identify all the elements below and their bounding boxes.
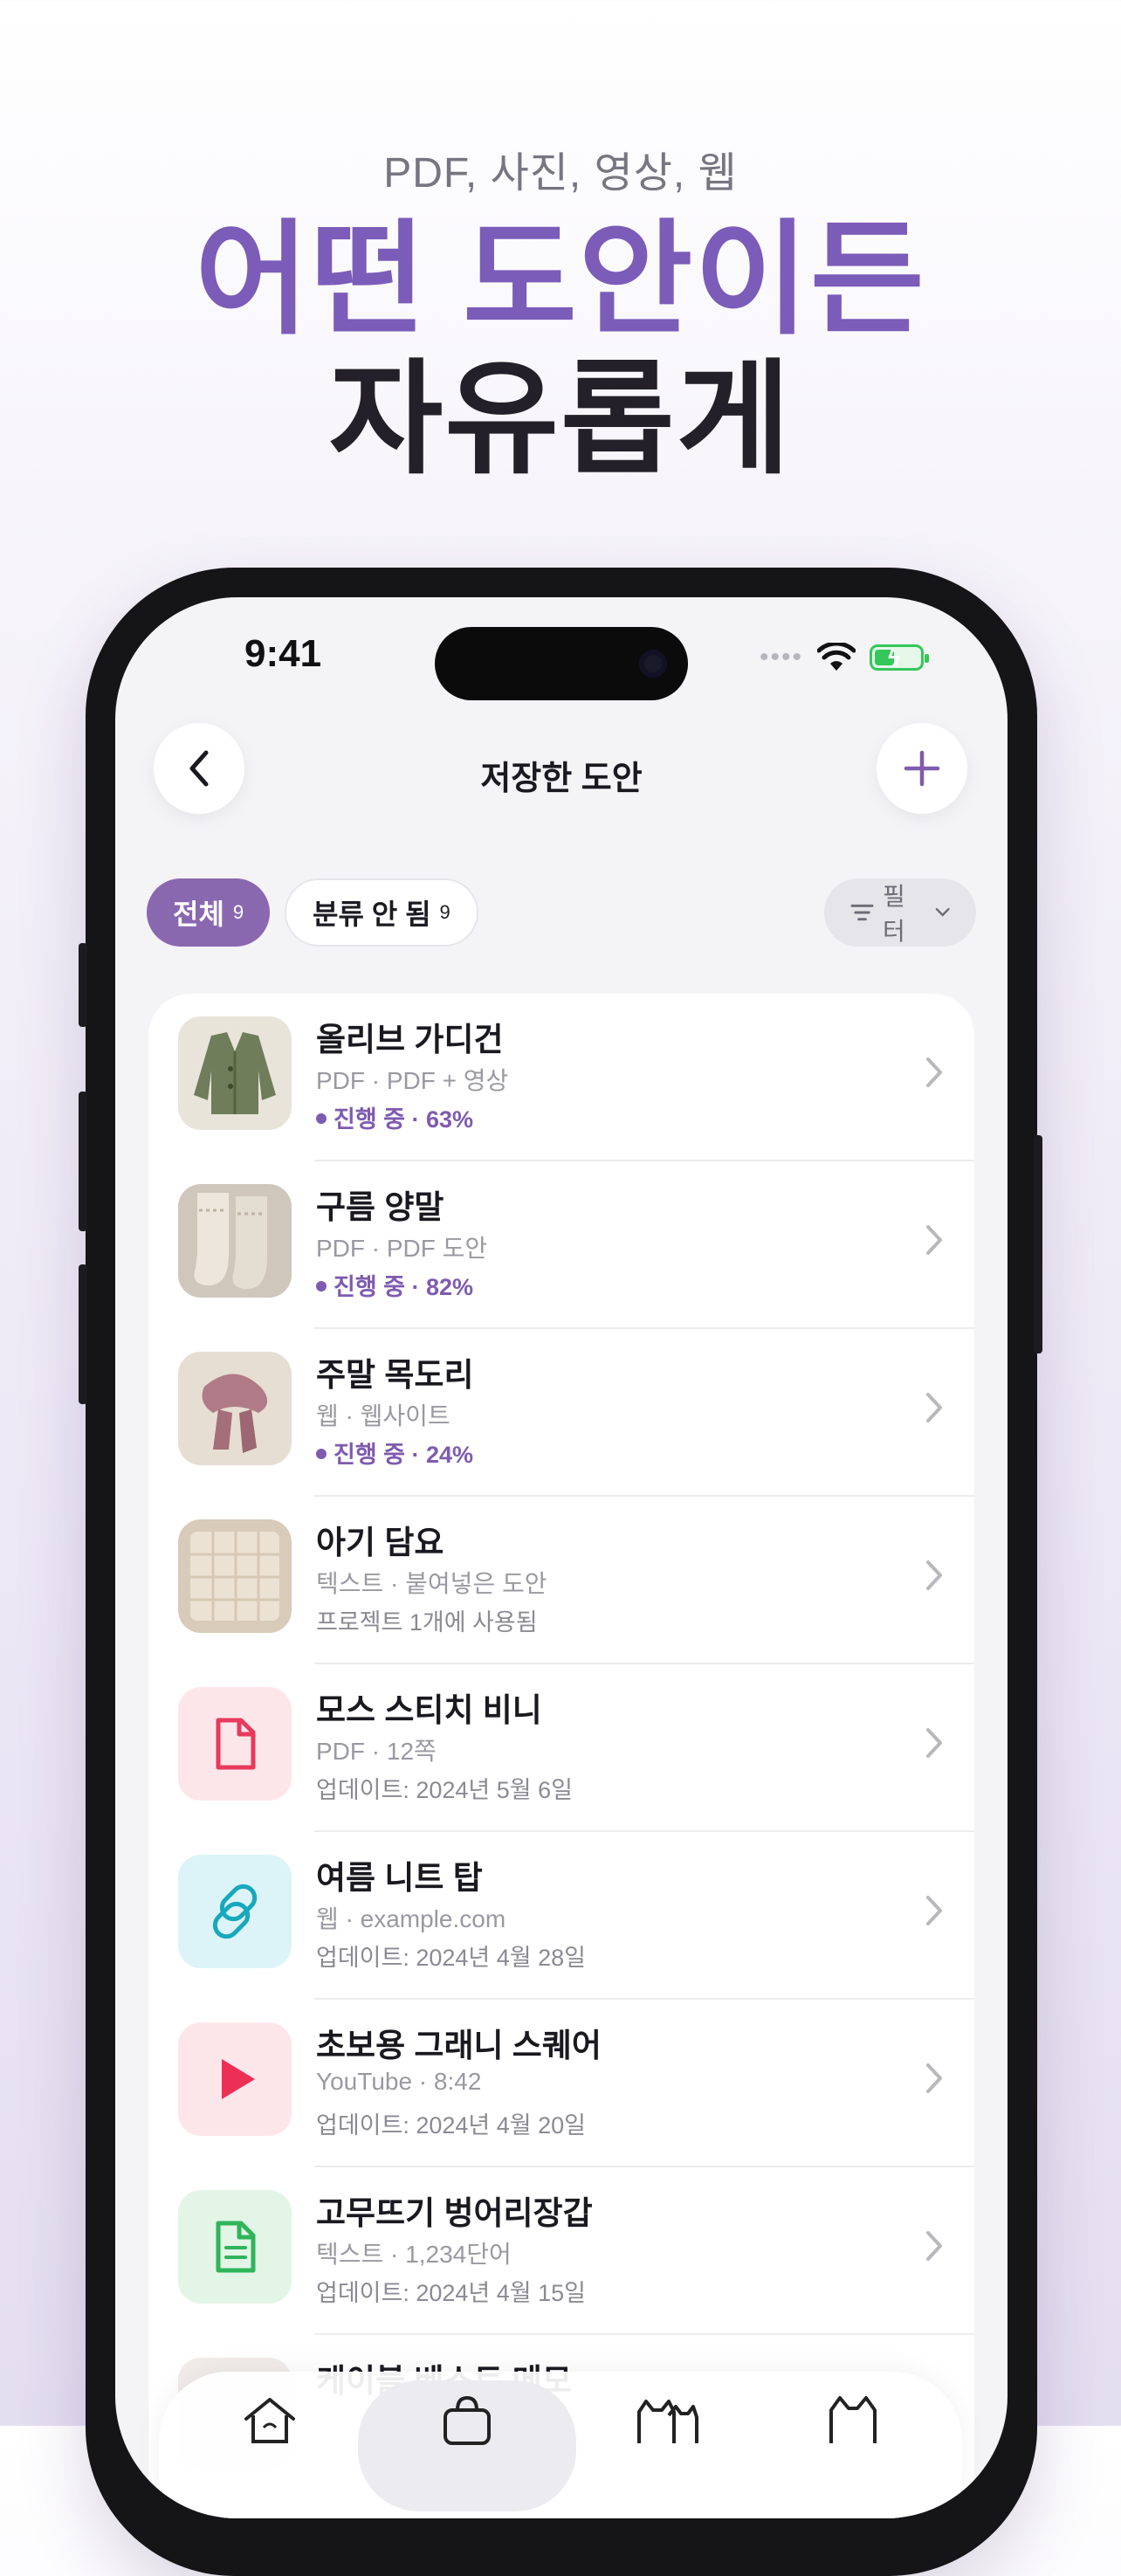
chip-label: 분류 안 됨 <box>313 899 431 930</box>
filter-chip-all[interactable]: 전체 9 <box>147 878 271 947</box>
home-icon[interactable] <box>239 2393 300 2445</box>
web-link-thumbnail <box>178 1855 292 1968</box>
pdf-file-thumbnail <box>178 1687 292 1801</box>
pattern-subtitle: PDF · PDF 도안 <box>316 1235 488 1262</box>
chip-label: 전체 <box>173 899 224 930</box>
pattern-row[interactable]: 올리브 가디건 PDF · PDF + 영상 진행 중 · 63% <box>148 994 974 1161</box>
status-dot-icon <box>316 1448 327 1459</box>
pattern-title: 여름 니트 탑 <box>316 1860 483 1896</box>
pattern-row[interactable]: 모스 스티치 비니 PDF · 12쪽 업데이트: 2024년 5월 6일 <box>148 1664 974 1832</box>
wifi-icon <box>817 643 856 671</box>
chevron-right-icon <box>926 2231 942 2261</box>
weekend-scarf-thumbnail <box>178 1352 292 1465</box>
chip-count: 9 <box>232 901 244 923</box>
camera-icon <box>639 650 667 678</box>
pdf-file-icon <box>216 1718 256 1770</box>
pattern-row[interactable]: 구름 양말 PDF · PDF 도안 진행 중 · 82% <box>148 1161 974 1329</box>
chevron-right-icon <box>926 1057 942 1087</box>
pattern-meta: 프로젝트 1개에 사용됨 <box>316 1609 538 1636</box>
play-icon <box>222 2059 255 2099</box>
text-file-thumbnail <box>178 2190 292 2304</box>
status-time: 9:41 <box>244 632 322 675</box>
pattern-title: 모스 스티치 비니 <box>316 1692 542 1728</box>
pattern-meta: 업데이트: 2024년 5월 6일 <box>316 1777 573 1803</box>
pattern-meta: 업데이트: 2024년 4월 28일 <box>316 1945 586 1971</box>
baby-blanket-thumbnail <box>178 1519 292 1633</box>
pattern-subtitle: 웹 · 웹사이트 <box>316 1402 450 1429</box>
patterns-bag-icon[interactable] <box>438 2393 496 2445</box>
chevron-right-icon <box>926 1393 942 1422</box>
filter-chip-uncategorized[interactable]: 분류 안 됨 9 <box>285 878 478 947</box>
pattern-subtitle: 텍스트 · 1,234단어 <box>316 2241 512 2268</box>
video-thumbnail <box>178 2022 292 2136</box>
chevron-right-icon <box>926 1728 942 1758</box>
phone-side-button <box>79 1092 87 1231</box>
chip-count: 9 <box>439 901 450 923</box>
cloud-socks-thumbnail <box>178 1184 292 1298</box>
pattern-row[interactable]: 고무뜨기 벙어리장갑 텍스트 · 1,234단어 업데이트: 2024년 4월 … <box>148 2167 974 2335</box>
pattern-subtitle: PDF · 12쪽 <box>316 1738 437 1765</box>
olive-cardigan-thumbnail <box>178 1016 292 1130</box>
pattern-title: 올리브 가디건 <box>316 1022 504 1057</box>
pattern-subtitle: 웹 · example.com <box>316 1905 506 1932</box>
progress-status: 진행 중 · 63% <box>316 1100 473 1134</box>
pattern-row[interactable]: 여름 니트 탑 웹 · example.com 업데이트: 2024년 4월 2… <box>148 1832 974 2000</box>
chevron-right-icon <box>926 1225 942 1255</box>
page-title: 저장한 도안 <box>480 761 643 797</box>
cat-icon[interactable] <box>822 2393 884 2445</box>
text-file-icon <box>216 2221 256 2273</box>
battery-icon: ϟ <box>870 644 929 671</box>
tab-bar <box>159 2372 962 2518</box>
marketing-headline-line2: 자유롭게 <box>328 350 793 489</box>
status-dot-icon <box>316 1112 327 1124</box>
filter-lines-icon <box>850 904 874 921</box>
pattern-row[interactable]: 아기 담요 텍스트 · 붙여넣은 도안 프로젝트 1개에 사용됨 <box>148 1497 974 1664</box>
pattern-meta: 업데이트: 2024년 4월 15일 <box>316 2280 586 2306</box>
pattern-subtitle: YouTube · 8:42 <box>316 2068 482 2095</box>
phone-side-button <box>79 1264 87 1404</box>
pattern-title: 아기 담요 <box>316 1525 444 1560</box>
phone-side-button <box>79 943 87 1027</box>
chevron-down-icon <box>935 907 950 917</box>
pattern-title: 구름 양말 <box>316 1189 444 1225</box>
link-icon <box>212 1884 258 1939</box>
status-icons: •••• ϟ <box>759 643 929 672</box>
pattern-meta: 업데이트: 2024년 4월 20일 <box>316 2112 586 2139</box>
chevron-right-icon <box>926 1560 942 1590</box>
phone-screen: 9:41 •••• ϟ 저장한 도안 전체 9 분류 안 됨 9 필터 올리브 … <box>115 597 1008 2518</box>
phone-side-button <box>1034 1135 1042 1353</box>
pattern-title: 주말 목도리 <box>316 1357 474 1393</box>
chevron-right-icon <box>926 2063 942 2093</box>
filter-label: 필터 <box>882 883 905 945</box>
marketing-subtitle: PDF, 사진, 영상, 웹 <box>383 150 738 196</box>
pattern-row[interactable]: 주말 목도리 웹 · 웹사이트 진행 중 · 24% <box>148 1329 974 1497</box>
pattern-row[interactable]: 초보용 그래니 스퀘어 YouTube · 8:42 업데이트: 2024년 4… <box>148 2000 974 2167</box>
progress-status: 진행 중 · 24% <box>316 1436 473 1470</box>
pattern-title: 고무뜨기 벙어리장갑 <box>316 2195 593 2231</box>
cats-icon[interactable] <box>630 2393 700 2445</box>
pattern-subtitle: PDF · PDF + 영상 <box>316 1067 509 1094</box>
add-pattern-button[interactable] <box>877 723 967 814</box>
plus-icon <box>904 750 940 787</box>
pattern-list: 올리브 가디건 PDF · PDF + 영상 진행 중 · 63% 구름 양말 … <box>148 994 974 2518</box>
pattern-title: 초보용 그래니 스퀘어 <box>316 2028 602 2063</box>
chevron-right-icon <box>926 1896 942 1925</box>
signal-icon: •••• <box>759 643 803 672</box>
pattern-subtitle: 텍스트 · 붙여넣은 도안 <box>316 1570 547 1597</box>
dynamic-island <box>435 627 688 700</box>
filter-button[interactable]: 필터 <box>824 878 976 947</box>
progress-status: 진행 중 · 82% <box>316 1268 473 1302</box>
status-dot-icon <box>316 1280 327 1291</box>
marketing-headline-line1: 어떤 도안이든 <box>195 210 926 349</box>
